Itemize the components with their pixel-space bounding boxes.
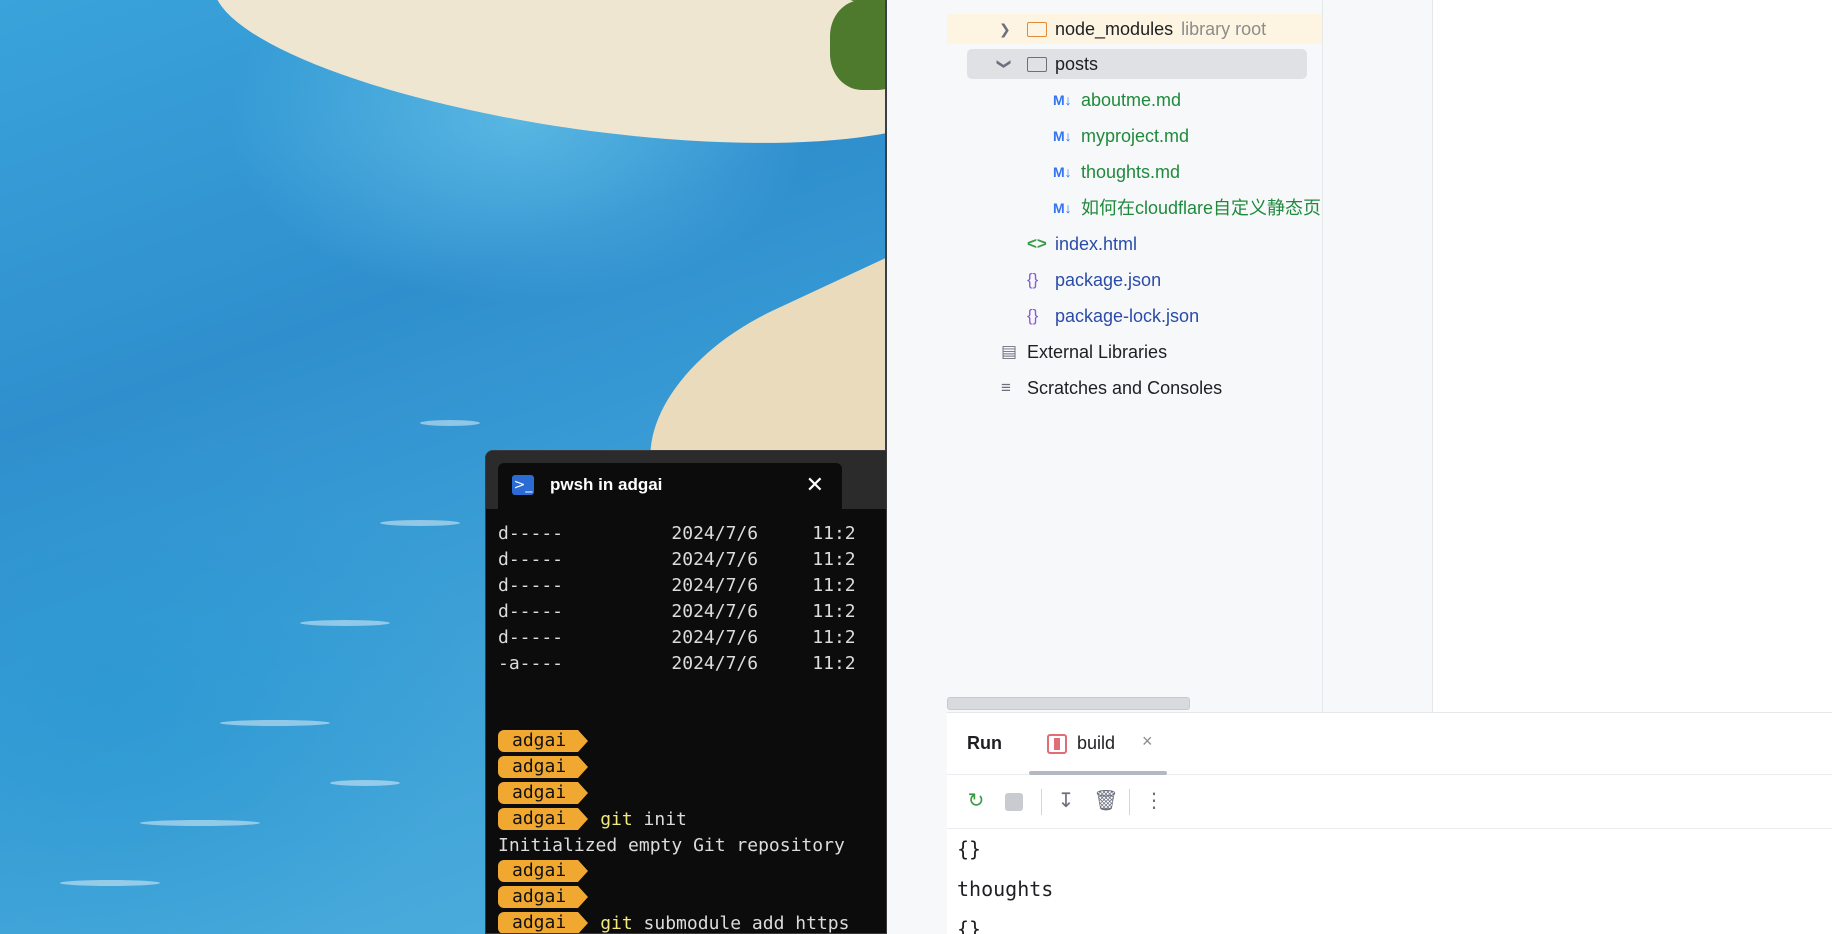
npm-build-icon bbox=[1047, 734, 1067, 754]
tree-item-label: package.json bbox=[1055, 270, 1162, 290]
wallpaper-wave bbox=[330, 780, 400, 786]
editor-gutter bbox=[1323, 0, 1433, 712]
prompt-badge: adgai bbox=[498, 756, 589, 778]
html-file-icon: <> bbox=[1027, 234, 1047, 253]
json-file-icon: {} bbox=[1027, 270, 1039, 289]
terminal-tab[interactable]: >_ pwsh in adgai ✕ bbox=[498, 463, 842, 509]
tree-item-label: myproject.md bbox=[1081, 126, 1190, 146]
stop-icon[interactable] bbox=[1005, 793, 1023, 811]
command-output: Initialized empty Git repository bbox=[498, 835, 845, 856]
prompt-badge: adgai bbox=[498, 860, 589, 882]
console-output[interactable]: {} thoughts {} bbox=[957, 829, 1053, 934]
run-header: Run build × bbox=[947, 713, 1832, 775]
json-file-icon: {} bbox=[1027, 306, 1039, 325]
wallpaper-wave bbox=[60, 880, 160, 886]
close-icon[interactable]: × bbox=[1142, 731, 1153, 752]
rerun-icon[interactable]: ↻ bbox=[963, 788, 989, 814]
library-root-hint: library root bbox=[1181, 19, 1267, 39]
folder-icon bbox=[1027, 22, 1047, 37]
markdown-icon: M↓ bbox=[1053, 164, 1072, 180]
console-line: thoughts bbox=[957, 877, 1054, 901]
prompt-line: adgai bbox=[498, 885, 886, 911]
trash-icon[interactable]: 🗑 bbox=[1093, 788, 1119, 814]
terminal-window[interactable]: >_ pwsh in adgai ✕ d----- 2024/7/6 11:2 … bbox=[485, 450, 887, 934]
tree-item-posts[interactable]: ❯ posts bbox=[967, 49, 1307, 79]
library-icon: ▤ bbox=[1001, 342, 1018, 361]
prompt-badge: adgai bbox=[498, 912, 589, 933]
tree-item-label: 如何在cloudflare自定义静态页 bbox=[1081, 198, 1322, 218]
horizontal-scrollbar[interactable] bbox=[947, 697, 1190, 710]
tree-item-label: Scratches and Consoles bbox=[1027, 378, 1223, 398]
terminal-tab-title: pwsh in adgai bbox=[550, 475, 663, 494]
project-tree-panel[interactable]: ❯ node_modules library root ❯ posts M↓ ab… bbox=[947, 0, 1323, 712]
close-icon[interactable]: ✕ bbox=[806, 472, 824, 498]
listing-row: d----- 2024/7/6 11:2 bbox=[498, 601, 856, 622]
console-line: {} bbox=[957, 917, 982, 934]
terminal-tabbar: >_ pwsh in adgai ✕ bbox=[486, 451, 886, 509]
listing-row: d----- 2024/7/6 11:2 bbox=[498, 627, 856, 648]
console-line: {} bbox=[957, 837, 982, 861]
wallpaper-wave bbox=[420, 420, 480, 426]
command-args: init bbox=[643, 809, 687, 830]
run-title: Run bbox=[967, 733, 1002, 753]
markdown-icon: M↓ bbox=[1053, 92, 1072, 108]
tree-item-label: External Libraries bbox=[1027, 342, 1168, 362]
scratches-icon: ≡ bbox=[1001, 378, 1011, 397]
terminal-output[interactable]: d----- 2024/7/6 11:2 d----- 2024/7/6 11:… bbox=[498, 521, 886, 934]
markdown-icon: M↓ bbox=[1053, 200, 1072, 216]
wallpaper-beach bbox=[200, 0, 887, 182]
scroll-to-end-icon[interactable]: ↧ bbox=[1053, 788, 1079, 814]
tab-build[interactable]: build × bbox=[1029, 713, 1167, 775]
prompt-line: adgai bbox=[498, 859, 886, 885]
prompt-line: adgai git init bbox=[498, 807, 886, 833]
prompt-line: adgai git submodule add https bbox=[498, 911, 886, 934]
markdown-icon: M↓ bbox=[1053, 128, 1072, 144]
tree-item-label: thoughts.md bbox=[1081, 162, 1181, 182]
wallpaper-wave bbox=[300, 620, 390, 626]
tree-item-label: node_modules bbox=[1055, 19, 1174, 39]
listing-row: d----- 2024/7/6 11:2 bbox=[498, 549, 856, 570]
command-name: git bbox=[600, 913, 633, 934]
prompt-badge: adgai bbox=[498, 886, 589, 908]
chevron-down-icon[interactable]: ❯ bbox=[990, 58, 1020, 70]
tab-label: build bbox=[1077, 733, 1116, 753]
run-tool-window: Run build × ↻ ↧ 🗑 ⋮ {} thoughts {} bbox=[947, 712, 1832, 934]
listing-row: d----- 2024/7/6 11:2 bbox=[498, 575, 856, 596]
tree-item-node-modules[interactable]: ❯ node_modules library root bbox=[947, 14, 1322, 44]
prompt-badge: adgai bbox=[498, 782, 589, 804]
wallpaper-wave bbox=[380, 520, 460, 526]
prompt-badge: adgai bbox=[498, 730, 589, 752]
wallpaper-wave bbox=[220, 720, 330, 726]
tree-item-label: posts bbox=[1055, 54, 1099, 74]
prompt-line: adgai bbox=[498, 755, 886, 781]
chevron-right-icon[interactable]: ❯ bbox=[999, 14, 1011, 44]
powershell-icon: >_ bbox=[512, 475, 534, 495]
prompt-badge: adgai bbox=[498, 808, 589, 830]
tree-item-label: index.html bbox=[1055, 234, 1138, 254]
tree-item-label: aboutme.md bbox=[1081, 90, 1182, 110]
prompt-line: adgai bbox=[498, 781, 886, 807]
command-args: submodule add https bbox=[643, 913, 850, 934]
tree-item-label: package-lock.json bbox=[1055, 306, 1200, 326]
wallpaper-trees-right bbox=[830, 0, 887, 90]
prompt-line: adgai bbox=[498, 729, 886, 755]
more-options-icon[interactable]: ⋮ bbox=[1141, 788, 1167, 814]
command-name: git bbox=[600, 809, 633, 830]
wallpaper-wave bbox=[140, 820, 260, 826]
editor-area[interactable] bbox=[1433, 0, 1832, 712]
folder-icon bbox=[1027, 57, 1047, 72]
run-toolbar: ↻ ↧ 🗑 ⋮ bbox=[947, 775, 1832, 829]
listing-row: d----- 2024/7/6 11:2 bbox=[498, 523, 856, 544]
listing-row: -a---- 2024/7/6 11:2 bbox=[498, 653, 856, 674]
